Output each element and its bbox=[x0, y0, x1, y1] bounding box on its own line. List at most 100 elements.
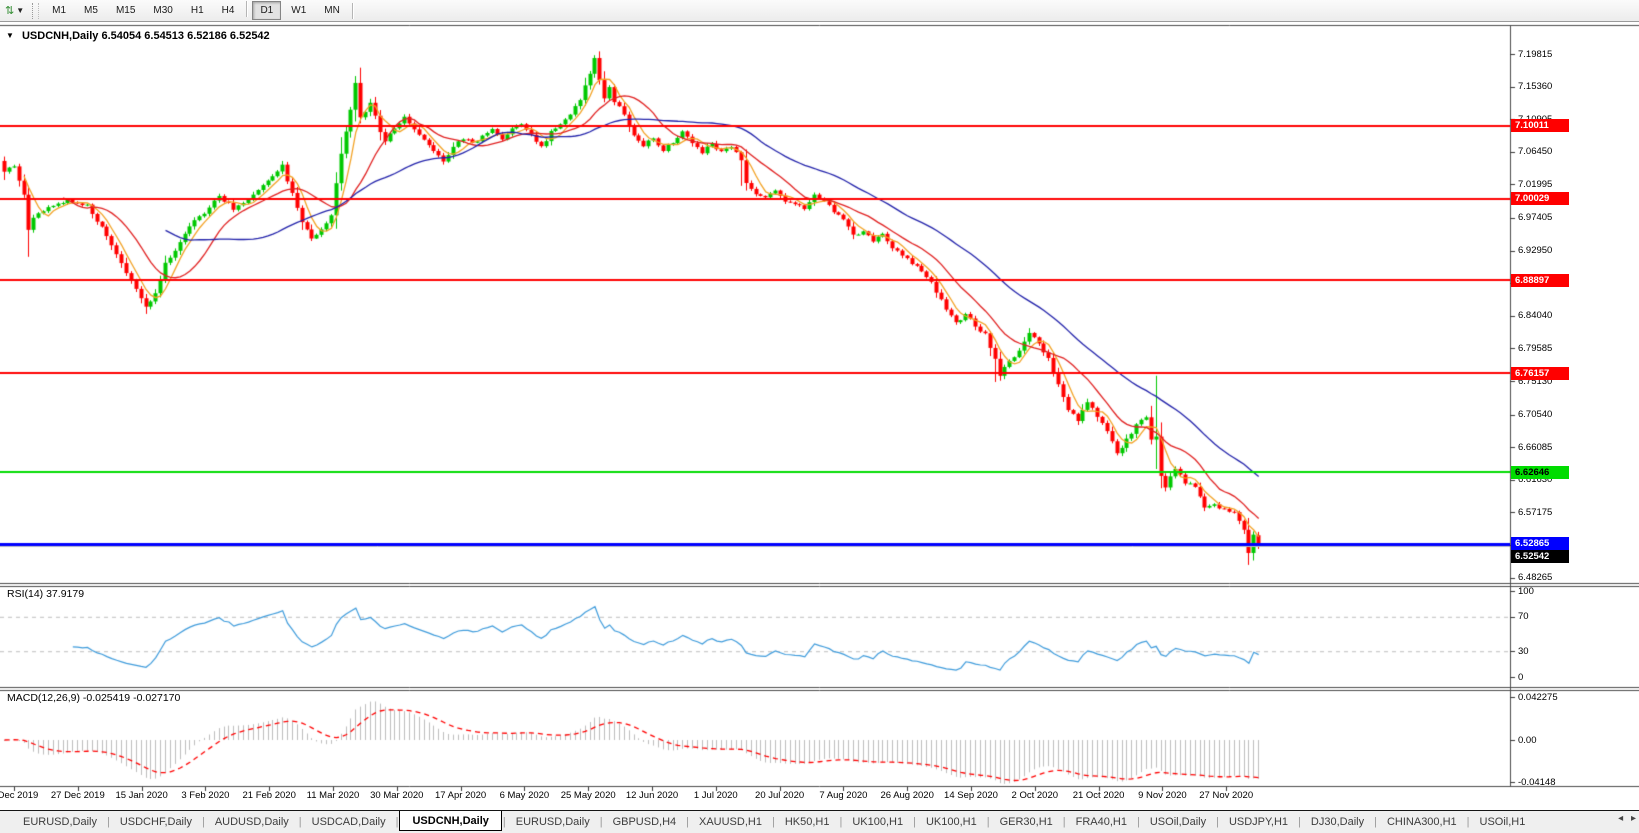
rsi-indicator-label: RSI(14) 37.9179 bbox=[7, 588, 85, 600]
date-axis-label: 15 Jan 2020 bbox=[115, 790, 168, 801]
date-axis-label: 14 Sep 2020 bbox=[944, 790, 998, 801]
chart-tab[interactable]: EURUSD,Daily bbox=[507, 813, 599, 831]
chart-tab[interactable]: GER30,H1 bbox=[991, 813, 1062, 831]
date-axis-label: 9 Dec 2019 bbox=[0, 790, 39, 801]
date-axis-label: 7 Aug 2020 bbox=[819, 790, 868, 801]
resistance-price-tag[interactable]: 7.10011 bbox=[1511, 119, 1569, 133]
symbol-dropdown-icon[interactable]: ▼ bbox=[6, 31, 14, 40]
chart-tab[interactable]: EURUSD,Daily bbox=[14, 813, 106, 831]
chart-title: ▼ USDCNH,Daily 6.54054 6.54513 6.52186 6… bbox=[6, 30, 270, 42]
timeframe-button-mn[interactable]: MN bbox=[316, 1, 348, 20]
timeframe-button-m15[interactable]: M15 bbox=[108, 1, 143, 20]
timeframe-button-h4[interactable]: H4 bbox=[214, 1, 243, 20]
tab-separator: | bbox=[599, 816, 603, 828]
price-axis-tick-label: 6.70540 bbox=[1518, 409, 1553, 421]
timeframe-button-h1[interactable]: H1 bbox=[183, 1, 212, 20]
date-axis-label: 11 Mar 2020 bbox=[306, 790, 360, 801]
chart-tab[interactable]: XAUUSD,H1 bbox=[690, 813, 771, 831]
chart-symbol-label: USDCNH,Daily bbox=[21, 30, 99, 42]
chart-tab[interactable]: USDCNH,Daily bbox=[399, 811, 502, 831]
timeframe-button-w1[interactable]: W1 bbox=[283, 1, 314, 20]
tab-separator: | bbox=[502, 816, 506, 828]
support-price-tag[interactable]: 6.62646 bbox=[1511, 465, 1569, 479]
tab-separator: | bbox=[686, 816, 689, 828]
date-axis-label: 3 Feb 2020 bbox=[181, 790, 230, 801]
tab-separator: | bbox=[1466, 816, 1470, 828]
chart-tab[interactable]: FRA40,H1 bbox=[1067, 813, 1136, 831]
tab-separator: | bbox=[1374, 816, 1377, 828]
macd-axis-tick-label: 0.042275 bbox=[1518, 691, 1558, 703]
date-axis-label: 17 Apr 2020 bbox=[434, 790, 487, 801]
chart-tab[interactable]: USDCHF,Daily bbox=[111, 813, 201, 831]
timeframes-toolbar: ⇅ ▼ M1 M5 M15 M30 H1 H4 D1 W1 MN bbox=[0, 0, 1639, 22]
chart-tab[interactable]: USOil,Daily bbox=[1141, 813, 1215, 831]
timeframe-button-m5[interactable]: M5 bbox=[76, 1, 106, 20]
price-axis-tick-label: 6.57175 bbox=[1518, 506, 1553, 518]
date-axis-label: 27 Nov 2020 bbox=[1199, 790, 1254, 801]
chart-tab[interactable]: USDJPY,H1 bbox=[1220, 813, 1297, 831]
tab-scroll-right-icon[interactable]: ▸ bbox=[1631, 813, 1636, 824]
macd-axis-tick-label: -0.04148 bbox=[1518, 776, 1556, 788]
price-axis-tick-label: 7.06450 bbox=[1518, 146, 1553, 158]
timeframe-button-d1[interactable]: D1 bbox=[252, 1, 282, 20]
macd-indicator-label: MACD(12,26,9) -0.025419 -0.027170 bbox=[7, 692, 181, 704]
tab-separator: | bbox=[839, 816, 843, 828]
dropdown-caret-icon[interactable]: ▼ bbox=[16, 6, 24, 15]
date-axis-label: 26 Aug 2020 bbox=[880, 790, 934, 801]
date-axis-label: 6 May 2020 bbox=[499, 790, 550, 801]
chart-tool-icon[interactable]: ⇅ bbox=[5, 4, 14, 17]
rsi-axis-tick-label: 100 bbox=[1518, 585, 1534, 597]
tab-separator: | bbox=[913, 816, 916, 828]
date-axis-label: 9 Nov 2020 bbox=[1138, 790, 1187, 801]
current-price-price-tag[interactable]: 6.52542 bbox=[1511, 550, 1569, 564]
date-axis-label: 27 Dec 2019 bbox=[50, 790, 105, 801]
tab-separator: | bbox=[201, 816, 205, 828]
chart-tab[interactable]: USDCAD,Daily bbox=[303, 813, 395, 831]
chart-tab[interactable]: GBPUSD,H4 bbox=[604, 813, 686, 831]
price-axis-tick-label: 7.15360 bbox=[1518, 81, 1553, 93]
chart-tab[interactable]: USOil,H1 bbox=[1471, 813, 1535, 831]
timeframe-button-m30[interactable]: M30 bbox=[145, 1, 180, 20]
macd-axis-tick-label: 0.00 bbox=[1518, 734, 1537, 746]
chart-ohlc-values: 6.54054 6.54513 6.52186 6.52542 bbox=[101, 30, 270, 42]
tab-separator: | bbox=[298, 816, 302, 828]
date-axis-label: 12 Jun 2020 bbox=[625, 790, 679, 801]
resistance-price-tag[interactable]: 7.00029 bbox=[1511, 192, 1569, 206]
chart-tab[interactable]: CHINA300,H1 bbox=[1378, 813, 1466, 831]
resistance-price-tag[interactable]: 6.88897 bbox=[1511, 273, 1569, 287]
date-axis-label: 21 Oct 2020 bbox=[1072, 790, 1125, 801]
tab-scroll-arrows: ◂ ▸ bbox=[1613, 813, 1636, 824]
toolbar-separator bbox=[246, 1, 249, 17]
tab-separator: | bbox=[1216, 816, 1219, 828]
price-axis-tick-label: 6.48265 bbox=[1518, 572, 1553, 584]
tab-scroll-left-icon[interactable]: ◂ bbox=[1618, 813, 1623, 824]
timeframe-button-m1[interactable]: M1 bbox=[44, 1, 74, 20]
tab-separator: | bbox=[1137, 816, 1140, 828]
resistance-price-tag[interactable]: 6.76157 bbox=[1511, 366, 1569, 380]
date-axis-label: 20 Jul 2020 bbox=[755, 790, 805, 801]
support-price-tag[interactable]: 6.52865 bbox=[1511, 537, 1569, 551]
price-axis-tick-label: 6.79585 bbox=[1518, 342, 1553, 354]
date-axis-label: 25 May 2020 bbox=[560, 790, 616, 801]
chart-tab[interactable]: HK50,H1 bbox=[776, 813, 839, 831]
tab-separator: | bbox=[106, 816, 110, 828]
price-axis-tick-label: 6.84040 bbox=[1518, 310, 1553, 322]
chart-tab[interactable]: UK100,H1 bbox=[843, 813, 912, 831]
tab-separator: | bbox=[771, 816, 775, 828]
date-axis-label: 1 Jul 2020 bbox=[693, 790, 738, 801]
mt4-chart-window: { "toolbar": { "timeframes": ["M1","M5",… bbox=[0, 0, 1639, 833]
rsi-axis-tick-label: 0 bbox=[1518, 671, 1524, 683]
chart-tab[interactable]: AUDUSD,Daily bbox=[206, 813, 298, 831]
rsi-axis-tick-label: 70 bbox=[1518, 611, 1529, 623]
price-axis-tick-label: 6.97405 bbox=[1518, 212, 1553, 224]
chart-tab[interactable]: UK100,H1 bbox=[917, 813, 986, 831]
price-chart-canvas[interactable] bbox=[0, 0, 1639, 833]
chart-tab[interactable]: DJ30,Daily bbox=[1302, 813, 1373, 831]
timeframe-buttons: M1 M5 M15 M30 H1 H4 D1 W1 MN bbox=[43, 1, 349, 20]
price-axis-tick-label: 7.19815 bbox=[1518, 48, 1553, 60]
tab-separator: | bbox=[395, 816, 399, 828]
tab-separator: | bbox=[1298, 816, 1301, 828]
price-axis-tick-label: 7.01995 bbox=[1518, 178, 1553, 190]
price-axis-tick-label: 6.92950 bbox=[1518, 245, 1553, 257]
price-axis-tick-label: 6.66085 bbox=[1518, 441, 1553, 453]
